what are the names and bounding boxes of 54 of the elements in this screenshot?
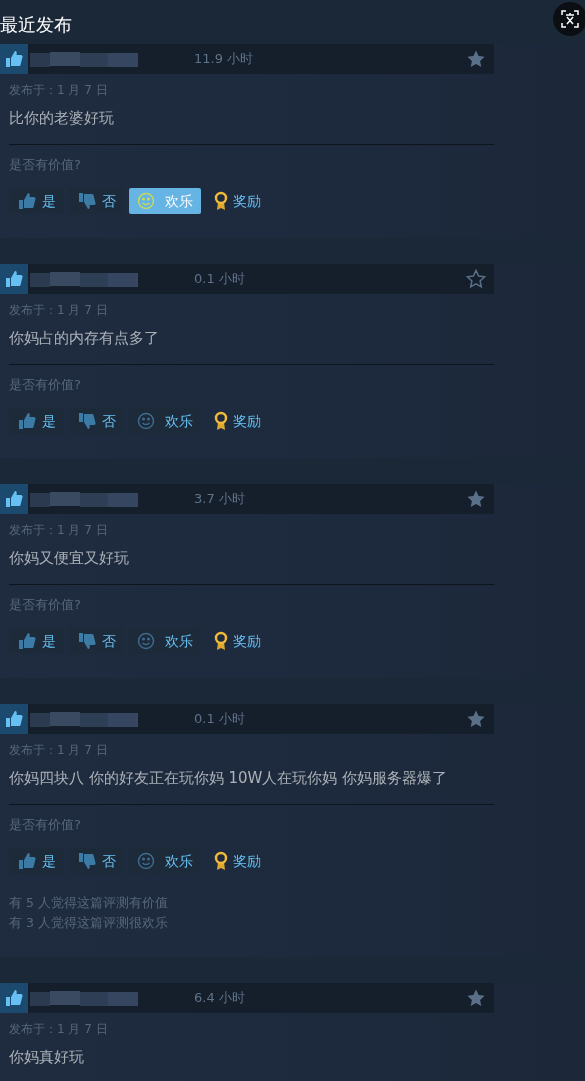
yes-button[interactable]: 是 (9, 628, 64, 654)
review-text: 你妈四块八 你的好友正在玩你妈 10W人在玩你妈 你妈服务器爆了 (9, 768, 449, 788)
award-ribbon-icon (214, 631, 228, 651)
thumbs-down-icon (77, 191, 97, 211)
no-button[interactable]: 否 (69, 408, 124, 434)
section-heading: 最近发布 (0, 13, 72, 37)
star-icon[interactable] (466, 988, 486, 1008)
no-button[interactable]: 否 (69, 848, 124, 874)
thumbs-up-icon (17, 851, 37, 871)
yes-button[interactable]: 是 (9, 188, 64, 214)
yes-button[interactable]: 是 (9, 848, 64, 874)
thumbs-down-icon (77, 631, 97, 651)
vote-summary: 有 5 人觉得这篇评测有价值 (9, 894, 169, 912)
award-button[interactable]: 奖励 (206, 628, 269, 654)
thumbs-down-icon (77, 851, 97, 871)
thumbs-up-icon (0, 484, 28, 514)
yes-button[interactable]: 是 (9, 408, 64, 434)
review-text: 你妈又便宜又好玩 (9, 548, 130, 568)
review-text: 你妈占的内存有点多了 (9, 328, 160, 348)
smiley-icon (137, 852, 155, 870)
playtime-text: 3.7 小时 (194, 490, 245, 509)
smiley-icon (137, 192, 155, 210)
playtime-text: 0.1 小时 (194, 710, 245, 729)
funny-button[interactable]: 欢乐 (129, 628, 201, 654)
funny-button[interactable]: 欢乐 (129, 408, 201, 434)
smiley-icon (137, 632, 155, 650)
thumbs-up-icon (0, 983, 28, 1013)
award-button[interactable]: 奖励 (206, 188, 269, 214)
star-icon[interactable] (466, 709, 486, 729)
no-button[interactable]: 否 (69, 628, 124, 654)
award-button[interactable]: 奖励 (206, 848, 269, 874)
thumbs-up-icon (17, 411, 37, 431)
playtime-text: 0.1 小时 (194, 270, 245, 289)
star-icon[interactable] (466, 49, 486, 69)
star-icon[interactable] (466, 489, 486, 509)
award-ribbon-icon (214, 851, 228, 871)
award-button[interactable]: 奖励 (206, 408, 269, 434)
funny-button[interactable]: 欢乐 (129, 848, 201, 874)
review-text: 比你的老婆好玩 (9, 108, 115, 128)
thumbs-up-icon (17, 631, 37, 651)
award-ribbon-icon (214, 411, 228, 431)
thumbs-up-icon (0, 44, 28, 74)
translate-icon[interactable] (553, 2, 585, 36)
smiley-icon (137, 412, 155, 430)
playtime-text: 11.9 小时 (194, 50, 254, 69)
playtime-text: 6.4 小时 (194, 989, 245, 1008)
review-text: 你妈真好玩 (9, 1047, 85, 1067)
thumbs-up-icon (17, 191, 37, 211)
thumbs-down-icon (77, 411, 97, 431)
star-icon[interactable] (466, 269, 486, 289)
no-button[interactable]: 否 (69, 188, 124, 214)
thumbs-up-icon (0, 264, 28, 294)
award-ribbon-icon (214, 191, 228, 211)
thumbs-up-icon (0, 704, 28, 734)
